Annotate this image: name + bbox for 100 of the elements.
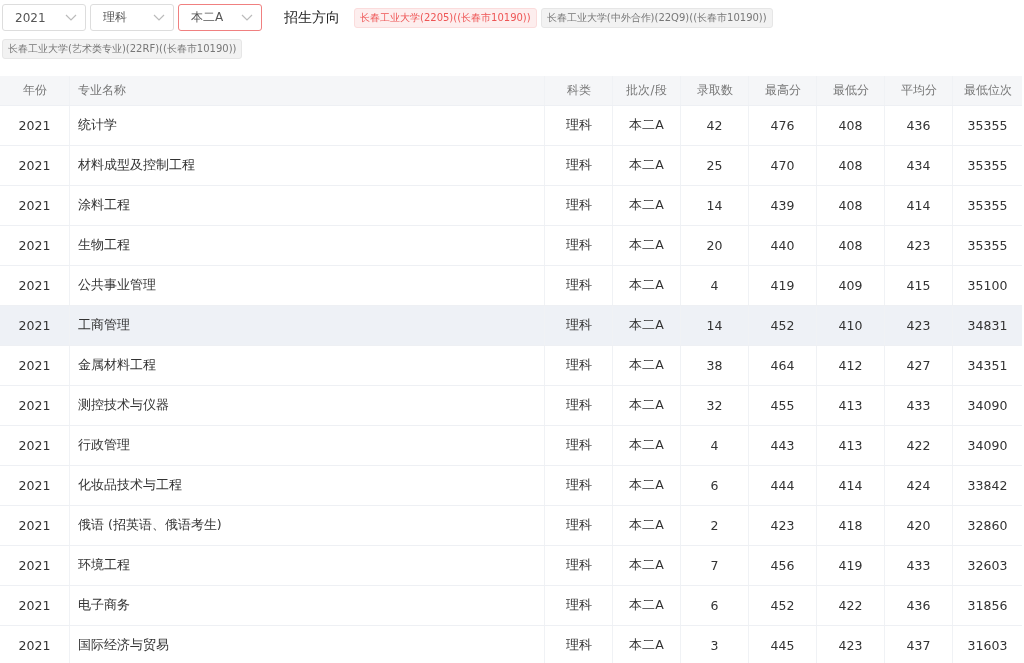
table-cell-text: 35355 (966, 157, 1009, 175)
table-cell: 2021 (0, 146, 70, 185)
table-cell-text: 34090 (966, 437, 1009, 455)
table-cell: 本二A (613, 386, 681, 425)
table-cell: 427 (885, 346, 953, 385)
column-header: 最低位次 (962, 82, 1013, 99)
table-cell: 理科 (545, 626, 613, 663)
column-header: 最高分 (749, 76, 817, 105)
table-cell: 14 (681, 306, 749, 345)
table-cell-text: 31603 (966, 637, 1009, 655)
filter-select[interactable]: 本二A (178, 4, 262, 31)
table-cell: 422 (885, 426, 953, 465)
table-cell: 2021 (0, 426, 70, 465)
table-cell: 2021 (0, 346, 70, 385)
table-cell: 理科 (545, 106, 613, 145)
table-cell: 42 (681, 106, 749, 145)
table-cell: 415 (885, 266, 953, 305)
table-cell: 410 (817, 306, 885, 345)
table-cell: 408 (817, 106, 885, 145)
table-cell: 470 (749, 146, 817, 185)
table-cell: 408 (817, 146, 885, 185)
table-cell: 理科 (545, 466, 613, 505)
table-cell: 4 (681, 426, 749, 465)
table-cell: 2021 (0, 546, 70, 585)
table-cell: 6 (681, 586, 749, 625)
table-cell-text: 35355 (966, 197, 1009, 215)
table-cell-text: 34090 (966, 397, 1009, 415)
table-cell: 本二A (613, 466, 681, 505)
table-cell-text: 32603 (966, 557, 1009, 575)
direction-tag[interactable]: 长春工业大学(艺术类专业)(22RF)((长春市10190)) (2, 39, 243, 59)
table-cell: 2021 (0, 186, 70, 225)
table-cell: 423 (749, 506, 817, 545)
table-cell: 445 (749, 626, 817, 663)
major-name-cell: 国际经济与贸易 (70, 626, 545, 663)
table-cell: 本二A (613, 546, 681, 585)
table-cell: 436 (885, 586, 953, 625)
table-cell-text: 34351 (966, 357, 1009, 375)
table-cell: 14 (681, 186, 749, 225)
table-cell: 本二A (613, 306, 681, 345)
chevron-down-icon (65, 14, 77, 21)
table-cell: 2021 (0, 586, 70, 625)
table-cell: 437 (885, 626, 953, 663)
major-name-cell: 环境工程 (70, 546, 545, 585)
table-cell-text: 35355 (966, 117, 1009, 135)
major-name-cell: 金属材料工程 (70, 346, 545, 385)
table-cell: 4 (681, 266, 749, 305)
table-cell: 444 (749, 466, 817, 505)
table-cell: 本二A (613, 106, 681, 145)
table-cell-text: 35100 (966, 277, 1009, 295)
direction-label: 招生方向 (284, 8, 340, 27)
major-name-cell: 生物工程 (70, 226, 545, 265)
table-cell: 本二A (613, 226, 681, 265)
major-name-cell: 行政管理 (70, 426, 545, 465)
table-cell-text: 32860 (966, 517, 1009, 535)
table-cell: 434 (885, 146, 953, 185)
table-cell: 443 (749, 426, 817, 465)
table-cell: 422 (817, 586, 885, 625)
major-name-cell: 公共事业管理 (70, 266, 545, 305)
column-header: 录取数 (681, 76, 749, 105)
table-cell: 32 (681, 386, 749, 425)
column-header: 年份 (0, 76, 70, 105)
table-cell: 2021 (0, 466, 70, 505)
table-cell: 2021 (0, 266, 70, 305)
table-cell: 414 (817, 466, 885, 505)
table-cell: 理科 (545, 586, 613, 625)
table-cell: 452 (749, 306, 817, 345)
table-cell: 2 (681, 506, 749, 545)
table-cell: 7 (681, 546, 749, 585)
table-cell: 456 (749, 546, 817, 585)
chevron-down-icon (241, 14, 253, 21)
table-cell: 418 (817, 506, 885, 545)
table-cell: 436 (885, 106, 953, 145)
table-cell: 本二A (613, 346, 681, 385)
column-header: 专业名称 (70, 76, 545, 105)
table-cell-text: 35355 (966, 237, 1009, 255)
direction-tag[interactable]: 长春工业大学(中外合作)(22Q9)((长春市10190)) (540, 7, 773, 28)
column-header: 最低分 (817, 76, 885, 105)
table-cell: 理科 (545, 346, 613, 385)
table-cell: 2021 (0, 106, 70, 145)
table-cell: 38 (681, 346, 749, 385)
table-cell: 理科 (545, 506, 613, 545)
column-header: 批次/段 (613, 76, 681, 105)
table-cell: 本二A (613, 266, 681, 305)
table-cell: 476 (749, 106, 817, 145)
table-cell: 本二A (613, 506, 681, 545)
filter-select[interactable]: 2021 (2, 4, 86, 31)
major-name-cell: 化妆品技术与工程 (70, 466, 545, 505)
major-name-cell: 统计学 (70, 106, 545, 145)
table-cell: 433 (885, 546, 953, 585)
table-cell: 413 (817, 426, 885, 465)
table-cell: 423 (885, 306, 953, 345)
table-cell: 419 (749, 266, 817, 305)
table-cell: 2021 (0, 626, 70, 663)
filter-select[interactable]: 理科 (90, 4, 174, 31)
table-cell: 424 (885, 466, 953, 505)
table-cell: 455 (749, 386, 817, 425)
table-cell: 423 (885, 226, 953, 265)
column-header: 平均分 (885, 76, 953, 105)
table-cell: 理科 (545, 426, 613, 465)
table-cell: 420 (885, 506, 953, 545)
